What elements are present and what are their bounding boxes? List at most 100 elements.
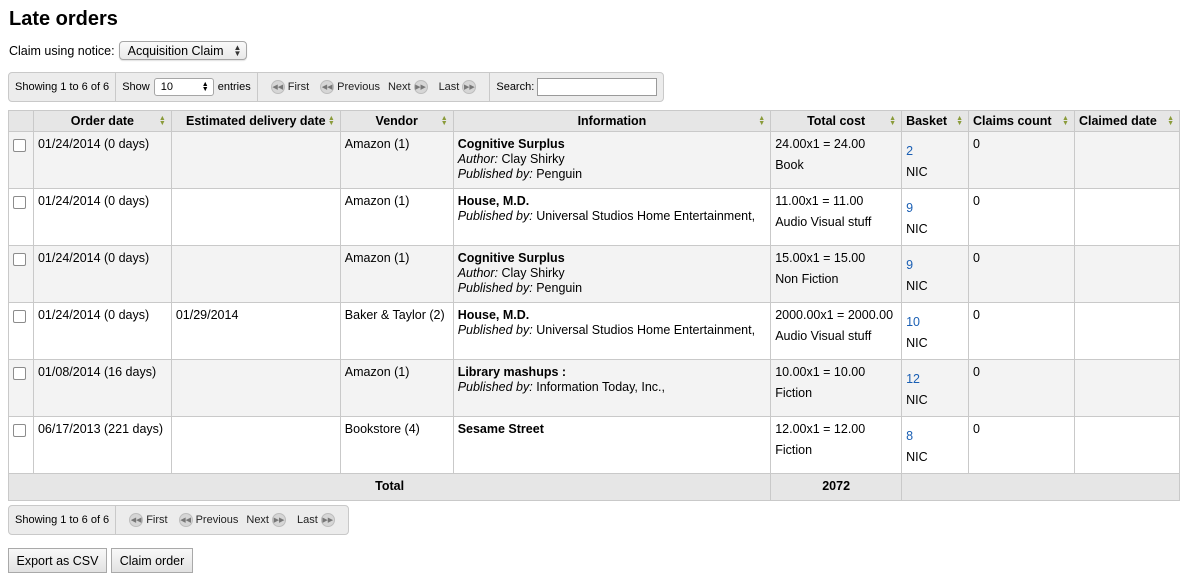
next-icon: ▶▶ (413, 80, 428, 94)
total-cost-cell: 11.00x1 = 11.00 Audio Visual stuff (770, 188, 903, 246)
row-checkbox[interactable] (13, 139, 26, 152)
last-page-button[interactable]: Last ▶▶ (439, 80, 480, 94)
column-header-information[interactable]: Information ▲ ▼ (452, 110, 772, 132)
previous-page-button[interactable]: ◀◀ Previous (176, 513, 238, 527)
total-cost-cell: 12.00x1 = 12.00 Fiction (770, 416, 903, 474)
estimated-delivery-cell (170, 131, 341, 189)
pager-top: Showing 1 to 6 of 6 Show 10 ▲ ▼ entries ◀… (8, 72, 665, 102)
basket-link[interactable]: 9 (906, 258, 964, 273)
row-checkbox[interactable] (13, 253, 26, 266)
claims-count-cell: 0 (968, 245, 1075, 303)
search-input[interactable] (537, 78, 658, 96)
vendor-cell: Amazon (1) (339, 188, 454, 246)
previous-page-button[interactable]: ◀◀ Previous (317, 80, 380, 94)
fund-text: Book (775, 158, 804, 172)
entries-control: Show 10 ▲ ▼ entries (116, 73, 258, 101)
column-header-basket[interactable]: Basket ▲ ▼ (901, 110, 970, 132)
row-select-cell (8, 302, 34, 360)
sort-icon: ▲ ▼ (956, 115, 964, 127)
row-select-cell (8, 359, 34, 417)
cost-text: 2000.00x1 = 2000.00 (775, 308, 894, 322)
total-cost-cell: 15.00x1 = 15.00 Non Fiction (770, 245, 903, 303)
entries-value: 10 (160, 81, 173, 93)
publisher-line: Published by: Information Today, Inc., (457, 380, 665, 394)
information-cell: Sesame Street (452, 416, 772, 474)
information-cell: Cognitive Surplus Author: Clay Shirky Publ… (452, 131, 772, 189)
basket-group-text: NIC (906, 279, 928, 293)
row-select-cell (8, 416, 34, 474)
pagination-controls: ◀◀ First ◀◀ Previous Next ▶▶ Last ▶▶ (116, 506, 348, 534)
claim-notice-label: Claim using notice: (9, 43, 115, 58)
claimed-date-cell (1073, 188, 1181, 246)
title-text: Library mashups : (457, 365, 567, 379)
first-page-button[interactable]: ◀◀ First (268, 80, 309, 94)
next-page-button[interactable]: Next ▶▶ (246, 513, 289, 527)
row-checkbox[interactable] (13, 424, 26, 437)
basket-link[interactable]: 10 (906, 315, 964, 330)
column-header-vendor[interactable]: Vendor ▲ ▼ (339, 110, 454, 132)
claim-notice-select[interactable]: Acquisition Claim ▲ ▼ (118, 41, 248, 60)
select-arrows-icon: ▲ ▼ (201, 81, 209, 93)
basket-link[interactable]: 9 (906, 201, 964, 216)
row-select-cell (8, 188, 34, 246)
first-icon: ◀◀ (129, 513, 144, 527)
basket-link[interactable]: 8 (906, 429, 964, 444)
publisher-line: Published by: Penguin (457, 167, 583, 181)
column-header-total-cost[interactable]: Total cost ▲ ▼ (770, 110, 903, 132)
pagination-controls: ◀◀ First ◀◀ Previous Next ▶▶ Last ▶▶ (258, 73, 491, 101)
total-label: Total (7, 473, 772, 501)
sort-icon: ▲ ▼ (758, 115, 766, 127)
total-cost-cell: 24.00x1 = 24.00 Book (770, 131, 903, 189)
claimed-date-cell (1073, 245, 1181, 303)
showing-text: Showing 1 to 6 of 6 (15, 81, 110, 93)
information-cell: Cognitive Surplus Author: Clay Shirky Publ… (452, 245, 772, 303)
order-date-cell: 01/24/2014 (0 days) (32, 131, 172, 189)
sort-icon: ▲ ▼ (1062, 115, 1069, 127)
claims-count-cell: 0 (968, 416, 1075, 474)
cost-text: 15.00x1 = 15.00 (775, 251, 866, 265)
last-page-button[interactable]: Last ▶▶ (297, 513, 338, 527)
basket-link[interactable]: 12 (906, 372, 964, 387)
claim-notice-row: Claim using notice: Acquisition Claim ▲ ▼ (9, 41, 248, 60)
order-date-cell: 01/08/2014 (16 days) (32, 359, 172, 417)
information-cell: House, M.D. Published by: Universal Studi… (452, 188, 772, 246)
claim-notice-value: Acquisition Claim (127, 43, 224, 58)
title-text: House, M.D. (457, 194, 530, 208)
total-cost-cell: 2000.00x1 = 2000.00 Audio Visual stuff (770, 302, 903, 360)
basket-group-text: NIC (906, 222, 928, 236)
claim-order-button[interactable]: Claim order (111, 548, 193, 573)
entries-select[interactable]: 10 ▲ ▼ (153, 78, 214, 96)
row-checkbox[interactable] (13, 196, 26, 209)
claimed-date-cell (1073, 131, 1181, 189)
row-checkbox[interactable] (13, 310, 26, 323)
column-header-claims-count[interactable]: Claims count ▲ ▼ (968, 110, 1075, 132)
basket-group-text: NIC (906, 450, 928, 464)
estimated-delivery-cell (170, 359, 341, 417)
fund-text: Audio Visual stuff (775, 215, 872, 229)
previous-icon: ◀◀ (178, 513, 193, 527)
export-csv-button[interactable]: Export as CSV (8, 548, 107, 573)
last-icon: ▶▶ (462, 80, 477, 94)
title-text: House, M.D. (457, 308, 530, 322)
first-page-button[interactable]: ◀◀ First (126, 513, 168, 527)
claims-count-cell: 0 (968, 131, 1075, 189)
last-icon: ▶▶ (320, 513, 335, 527)
cost-text: 11.00x1 = 11.00 (775, 194, 864, 208)
table-row: 01/24/2014 (0 days) Amazon (1) Cognitive S… (8, 245, 1181, 303)
basket-link[interactable]: 2 (906, 144, 964, 159)
claims-count-cell: 0 (968, 359, 1075, 417)
estimated-delivery-cell (170, 245, 341, 303)
vendor-cell: Baker & Taylor (2) (339, 302, 454, 360)
column-header-order-date[interactable]: Order date ▲ ▼ (32, 110, 172, 132)
fund-text: Audio Visual stuff (775, 329, 872, 343)
late-orders-table: Order date ▲ ▼ Estimated delivery date ▲ ▼ V… (7, 110, 1181, 501)
row-checkbox[interactable] (13, 367, 26, 380)
fund-text: Fiction (775, 443, 813, 457)
column-header-claimed-date[interactable]: Claimed date ▲ ▼ (1073, 110, 1181, 132)
sort-icon: ▲ ▼ (889, 115, 897, 127)
publisher-line: Published by: Universal Studios Home Ent… (457, 323, 756, 337)
next-page-button[interactable]: Next ▶▶ (388, 80, 431, 94)
estimated-delivery-cell: 01/29/2014 (170, 302, 341, 360)
search-label: Search: (496, 81, 535, 93)
column-header-estimated-delivery[interactable]: Estimated delivery date ▲ ▼ (170, 110, 341, 132)
